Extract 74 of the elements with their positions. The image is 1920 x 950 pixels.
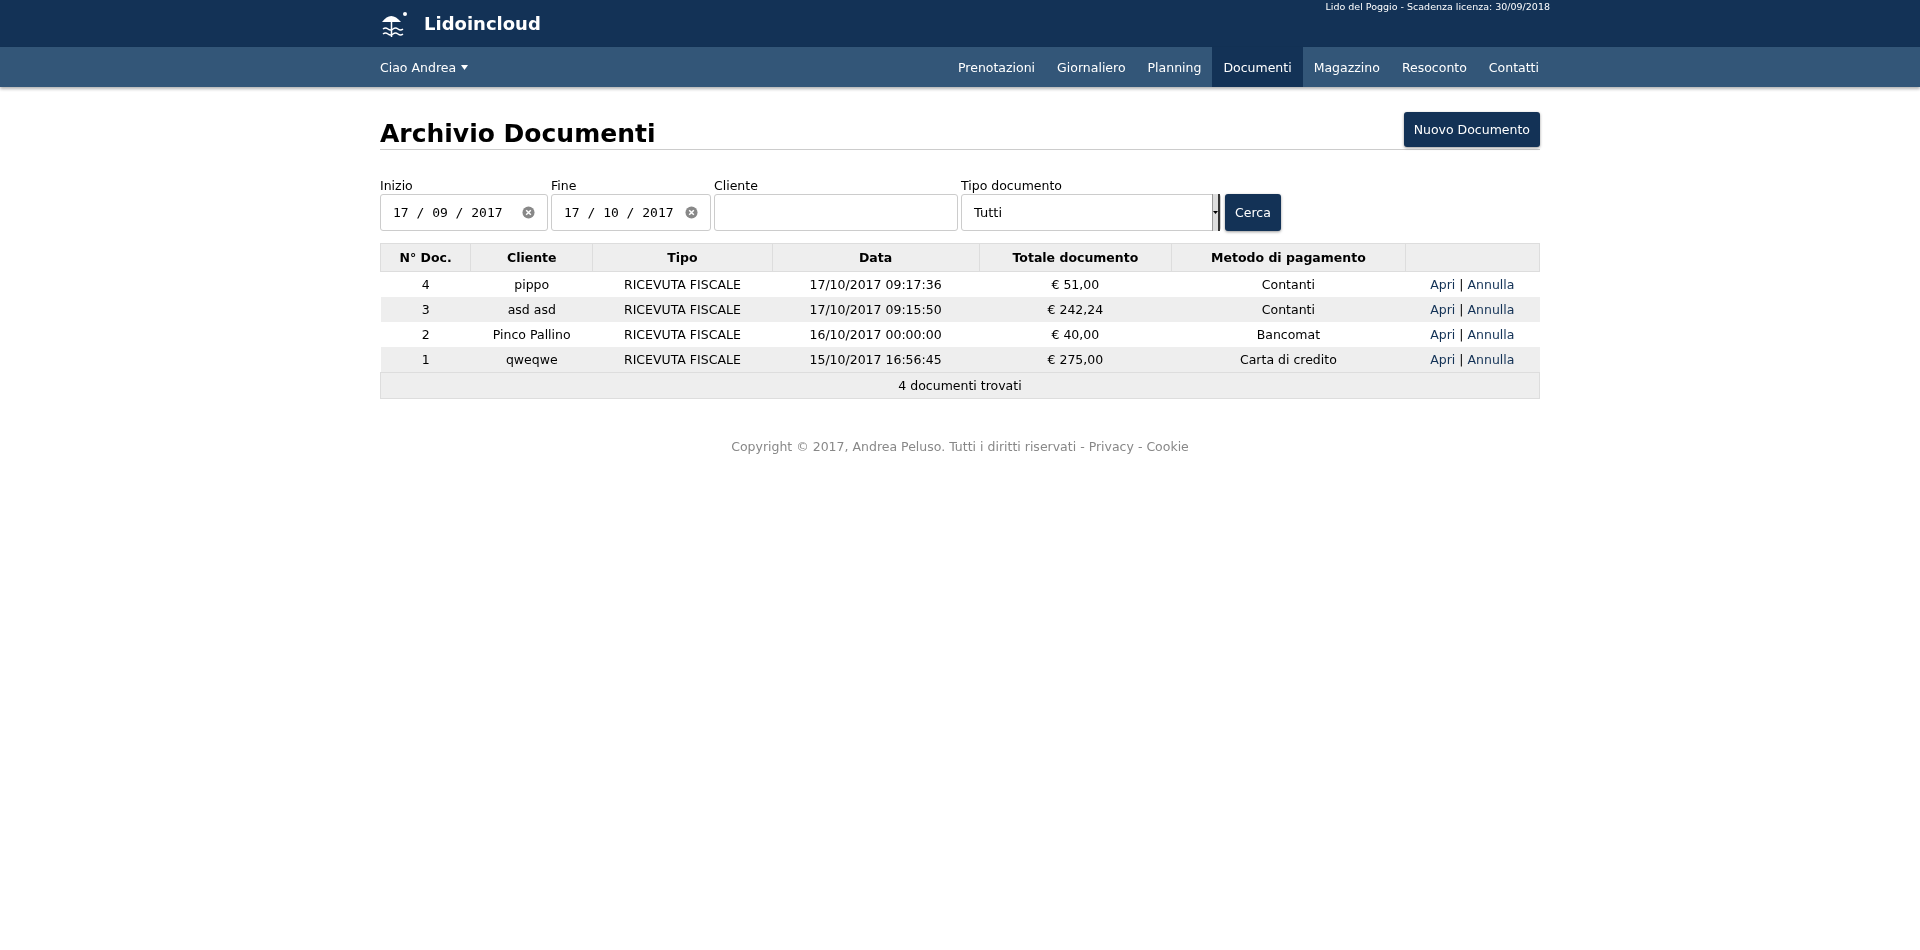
table-cell: 4	[380, 271, 471, 297]
table-cell: Pinco Pallino	[470, 322, 593, 347]
table-cell: Contanti	[1171, 297, 1406, 322]
clear-icon[interactable]	[522, 206, 535, 219]
clear-icon[interactable]	[685, 206, 698, 219]
action-link[interactable]: Apri	[1430, 277, 1456, 292]
table-cell: Bancomat	[1171, 322, 1406, 347]
action-link[interactable]: Annulla	[1467, 352, 1515, 367]
new-document-button[interactable]: Nuovo Documento	[1403, 112, 1540, 147]
table-cell: RICEVUTA FISCALE	[592, 297, 773, 322]
column-header: Data	[772, 243, 980, 272]
field-label: Cliente	[714, 178, 759, 193]
user-menu[interactable]: Ciao Andrea	[380, 47, 469, 87]
table-cell: asd asd	[470, 297, 593, 322]
nav-tab[interactable]: Giornaliero	[1046, 47, 1137, 87]
table-cell: 17/10/2017 09:15:50	[772, 297, 980, 322]
table-cell: 1	[380, 347, 471, 373]
link-separator: -	[1080, 439, 1085, 454]
nav-tab[interactable]: Prenotazioni	[947, 47, 1047, 87]
footer-link[interactable]: Cookie	[1146, 439, 1189, 454]
nav-tab[interactable]: Contatti	[1477, 47, 1550, 87]
end-date-field[interactable]: 17 / 10 / 2017	[551, 194, 711, 231]
link-separator: |	[1459, 327, 1464, 342]
table-cell: € 40,00	[979, 322, 1172, 347]
link-separator: -	[1137, 439, 1143, 454]
client-input-field[interactable]	[714, 194, 958, 231]
action-link[interactable]: Annulla	[1467, 302, 1515, 317]
column-header: N° Doc.	[380, 243, 471, 272]
license-info: Lido del Poggio - Scadenza licenza: 30/09/2018	[1325, 1, 1550, 12]
table-cell: Carta di credito	[1171, 347, 1406, 373]
nav-tab[interactable]: Magazzino	[1302, 47, 1391, 87]
table-cell: 16/10/2017 00:00:00	[772, 322, 980, 347]
action-link[interactable]: Annulla	[1467, 327, 1515, 342]
nav-tab[interactable]: Planning	[1136, 47, 1213, 87]
table-cell: RICEVUTA FISCALE	[592, 322, 773, 347]
link-separator: |	[1459, 352, 1464, 367]
column-header: Tipo	[592, 243, 773, 272]
table-cell: RICEVUTA FISCALE	[592, 271, 773, 297]
results-summary: 4 documenti trovati	[380, 372, 1540, 399]
table-cell: € 51,00	[979, 271, 1172, 297]
table-cell: 3	[380, 297, 471, 322]
link-separator: |	[1459, 277, 1464, 292]
table-cell: RICEVUTA FISCALE	[592, 347, 773, 373]
copyright-text: Copyright © 2017, Andrea Peluso. Tutti i diritti riservati	[731, 439, 1077, 454]
table-cell: € 275,00	[979, 347, 1172, 373]
start-date-field[interactable]: 17 / 09 / 2017	[380, 194, 548, 231]
beach-umbrella-logo-icon	[380, 9, 408, 38]
column-header: Totale documento	[979, 243, 1172, 272]
table-cell: 15/10/2017 16:56:45	[772, 347, 980, 373]
table-cell: qweqwe	[470, 347, 593, 373]
nav-tab[interactable]: Documenti	[1212, 47, 1303, 87]
footer-link[interactable]: Privacy	[1088, 439, 1134, 454]
action-link[interactable]: Apri	[1430, 327, 1456, 342]
nav-tab[interactable]: Resoconto	[1390, 47, 1478, 87]
field-label: Fine	[551, 178, 578, 193]
action-link[interactable]: Annulla	[1467, 277, 1515, 292]
table-cell: € 242,24	[979, 297, 1172, 322]
document-type-select[interactable]: Tutti	[961, 194, 1221, 231]
table-cell: pippo	[470, 271, 593, 297]
table-cell: 17/10/2017 09:17:36	[772, 271, 980, 297]
action-link[interactable]: Apri	[1430, 302, 1456, 317]
caret-icon	[461, 64, 469, 70]
field-label: Tipo documento	[961, 178, 1063, 193]
caret-icon	[1213, 211, 1218, 214]
table-cell: 2	[380, 322, 471, 347]
column-header: Cliente	[470, 243, 593, 272]
column-header: Metodo di pagamento	[1171, 243, 1406, 272]
action-link[interactable]: Apri	[1430, 352, 1456, 367]
table-cell: Contanti	[1171, 271, 1406, 297]
search-button[interactable]: Cerca	[1225, 194, 1281, 231]
field-label: Inizio	[380, 178, 414, 193]
page-title: Archivio Documenti	[380, 119, 656, 149]
link-separator: |	[1459, 302, 1464, 317]
app-title[interactable]: Lidoincloud	[424, 13, 541, 34]
